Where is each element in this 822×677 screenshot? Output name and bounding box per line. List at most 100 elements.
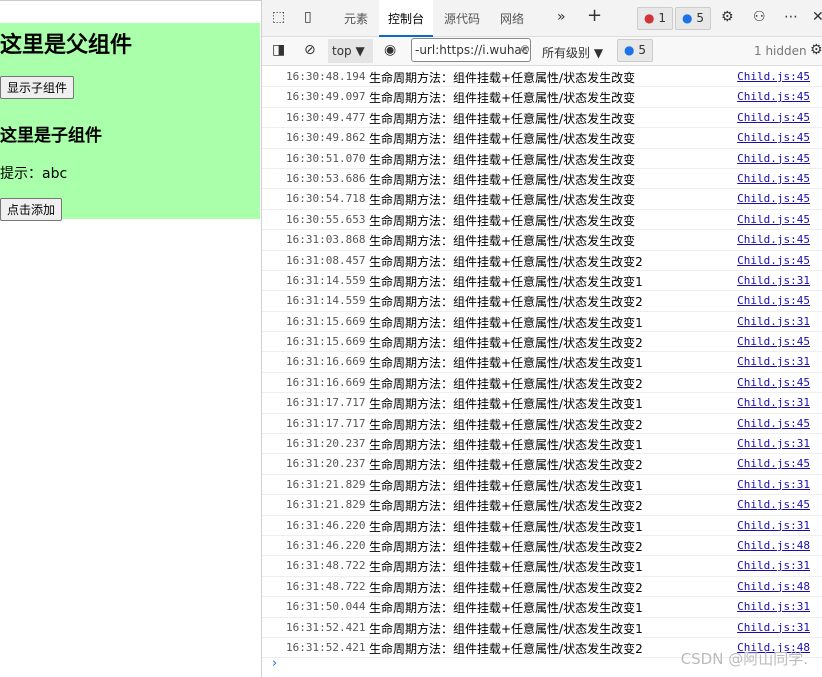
source-link[interactable]: Child.js:48 [737,539,810,552]
device-icon[interactable]: ▯ [304,9,312,25]
close-icon[interactable]: ✕ [812,9,822,25]
source-link[interactable]: Child.js:45 [737,172,810,185]
source-link[interactable]: Child.js:31 [737,396,810,409]
source-link[interactable]: Child.js:45 [737,111,810,124]
tab-console[interactable]: 控制台 [379,0,434,37]
timestamp: 16:31:03.868 [286,233,366,247]
log-message: 生命周期方法：组件挂载+任意属性/状态发生改变1 [369,601,643,616]
source-link[interactable]: Child.js:45 [737,213,810,226]
console-row: 16:30:55.653 生命周期方法：组件挂载+任意属性/状态发生改变 Child… [262,210,822,231]
settings-icon[interactable]: ⚙ [721,9,734,25]
customize-icon[interactable]: ⚇ [753,9,766,25]
console-row: 16:31:46.220 生命周期方法：组件挂载+任意属性/状态发生改变2 Chil… [262,536,822,557]
show-child-button[interactable]: 显示子组件 [0,76,75,99]
clear-filter-icon[interactable]: ⊗ [520,42,530,56]
log-message: 生命周期方法：组件挂载+任意属性/状态发生改变 [369,193,636,208]
source-link[interactable]: Child.js:48 [737,580,810,593]
timestamp: 16:30:54.718 [286,192,366,206]
console-row: 16:31:21.829 生命周期方法：组件挂载+任意属性/状态发生改变1 Chil… [262,475,822,496]
sidebar-toggle-icon[interactable]: ◨ [272,42,285,58]
source-link[interactable]: Child.js:31 [737,600,810,613]
timestamp: 16:31:17.717 [286,396,366,410]
parent-component: 这里是父组件 显示子组件 这里是子组件 提示：abc 点击添加 [0,23,260,221]
source-link[interactable]: Child.js:45 [737,335,810,348]
hint-text: 提示：abc [0,166,68,182]
tab-sources[interactable]: 源代码 [444,10,480,27]
message-badge[interactable]: ● 5 [675,7,711,30]
filter-input[interactable]: -url:https://i.wuhac [411,38,531,62]
source-link[interactable]: Child.js:45 [737,294,810,307]
filter-message-badge[interactable]: ● 5 [617,39,653,62]
source-link[interactable]: Child.js:31 [737,437,810,450]
live-expression-icon[interactable]: ◉ [384,42,396,58]
more-tabs-icon[interactable]: » [557,9,566,25]
levels-select[interactable]: 所有级别 ▼ [542,44,603,61]
context-select[interactable]: top ▼ [328,39,373,63]
timestamp: 16:31:16.669 [286,355,366,369]
log-message: 生命周期方法：组件挂载+任意属性/状态发生改变2 [369,580,643,595]
log-message: 生命周期方法：组件挂载+任意属性/状态发生改变 [369,111,636,126]
source-link[interactable]: Child.js:45 [737,457,810,470]
log-message: 生命周期方法：组件挂载+任意属性/状态发生改变1 [369,356,643,371]
console-row: 16:31:52.421 生命周期方法：组件挂载+任意属性/状态发生改变1 Chil… [262,618,822,638]
timestamp: 16:31:21.829 [286,477,366,491]
console-row: 16:31:48.722 生命周期方法：组件挂载+任意属性/状态发生改变2 Chil… [262,577,822,598]
log-message: 生命周期方法：组件挂载+任意属性/状态发生改变2 [369,458,643,473]
console-settings-icon[interactable]: ⚙ [810,42,822,58]
console-row: 16:31:46.220 生命周期方法：组件挂载+任意属性/状态发生改变1 Chil… [262,516,822,536]
timestamp: 16:31:15.669 [286,335,366,349]
tab-network[interactable]: 网络 [500,10,524,27]
console-messages: 16:30:48.194 生命周期方法：组件挂载+任意属性/状态发生改变 Child… [262,67,822,659]
clear-console-icon[interactable]: ⊘ [304,42,316,58]
source-link[interactable]: Child.js:31 [737,274,810,287]
timestamp: 16:31:21.829 [286,498,366,512]
source-link[interactable]: Child.js:45 [737,192,810,205]
source-link[interactable]: Child.js:31 [737,315,810,328]
console-row: 16:31:15.669 生命周期方法：组件挂载+任意属性/状态发生改变1 Chil… [262,312,822,333]
console-row: 16:31:08.457 生命周期方法：组件挂载+任意属性/状态发生改变2 Chil… [262,251,822,271]
timestamp: 16:31:48.722 [286,559,366,573]
source-link[interactable]: Child.js:45 [737,131,810,144]
console-row: 16:31:21.829 生命周期方法：组件挂载+任意属性/状态发生改变2 Chil… [262,495,822,516]
source-link[interactable]: Child.js:31 [737,478,810,491]
message-icon: ● [682,11,693,25]
source-link[interactable]: Child.js:31 [737,559,810,572]
add-tab-icon[interactable]: + [587,5,602,26]
error-badge[interactable]: ● 1 [637,7,673,30]
console-row: 16:31:17.717 生命周期方法：组件挂载+任意属性/状态发生改变1 Chil… [262,393,822,414]
log-message: 生命周期方法：组件挂载+任意属性/状态发生改变1 [369,519,643,534]
source-link[interactable]: Child.js:45 [737,498,810,511]
source-link[interactable]: Child.js:45 [737,376,810,389]
timestamp: 16:31:15.669 [286,314,366,328]
source-link[interactable]: Child.js:31 [737,355,810,368]
tab-elements[interactable]: 元素 [344,10,368,27]
add-button[interactable]: 点击添加 [0,198,63,221]
inspect-icon[interactable]: ⬚ [272,9,285,25]
timestamp: 16:31:14.559 [286,294,366,308]
watermark: CSDN @阿山同学. [680,650,808,668]
timestamp: 16:31:16.669 [286,375,366,389]
log-message: 生命周期方法：组件挂载+任意属性/状态发生改变1 [369,621,643,636]
log-message: 生命周期方法：组件挂载+任意属性/状态发生改变 [369,152,636,167]
source-link[interactable]: Child.js:31 [737,519,810,532]
log-message: 生命周期方法：组件挂载+任意属性/状态发生改变2 [369,295,643,310]
source-link[interactable]: Child.js:45 [737,417,810,430]
source-link[interactable]: Child.js:45 [737,70,810,83]
log-message: 生命周期方法：组件挂载+任意属性/状态发生改变2 [369,376,643,391]
timestamp: 16:30:53.686 [286,171,366,185]
console-prompt-icon[interactable]: › [272,656,277,671]
more-icon[interactable]: ⋯ [784,9,798,25]
console-row: 16:30:53.686 生命周期方法：组件挂载+任意属性/状态发生改变 Child… [262,169,822,190]
source-link[interactable]: Child.js:45 [737,254,810,267]
timestamp: 16:31:14.559 [286,273,366,287]
timestamp: 16:30:49.097 [286,90,366,104]
source-link[interactable]: Child.js:45 [737,90,810,103]
web-page: 这里是父组件 显示子组件 这里是子组件 提示：abc 点击添加 [0,0,261,677]
source-link[interactable]: Child.js:31 [737,621,810,634]
log-message: 生命周期方法：组件挂载+任意属性/状态发生改变1 [369,315,643,330]
console-row: 16:31:03.868 生命周期方法：组件挂载+任意属性/状态发生改变 Child… [262,230,822,251]
console-row: 16:30:49.477 生命周期方法：组件挂载+任意属性/状态发生改变 Child… [262,108,822,129]
source-link[interactable]: Child.js:45 [737,152,810,165]
error-icon: ● [644,11,655,25]
source-link[interactable]: Child.js:45 [737,233,810,246]
